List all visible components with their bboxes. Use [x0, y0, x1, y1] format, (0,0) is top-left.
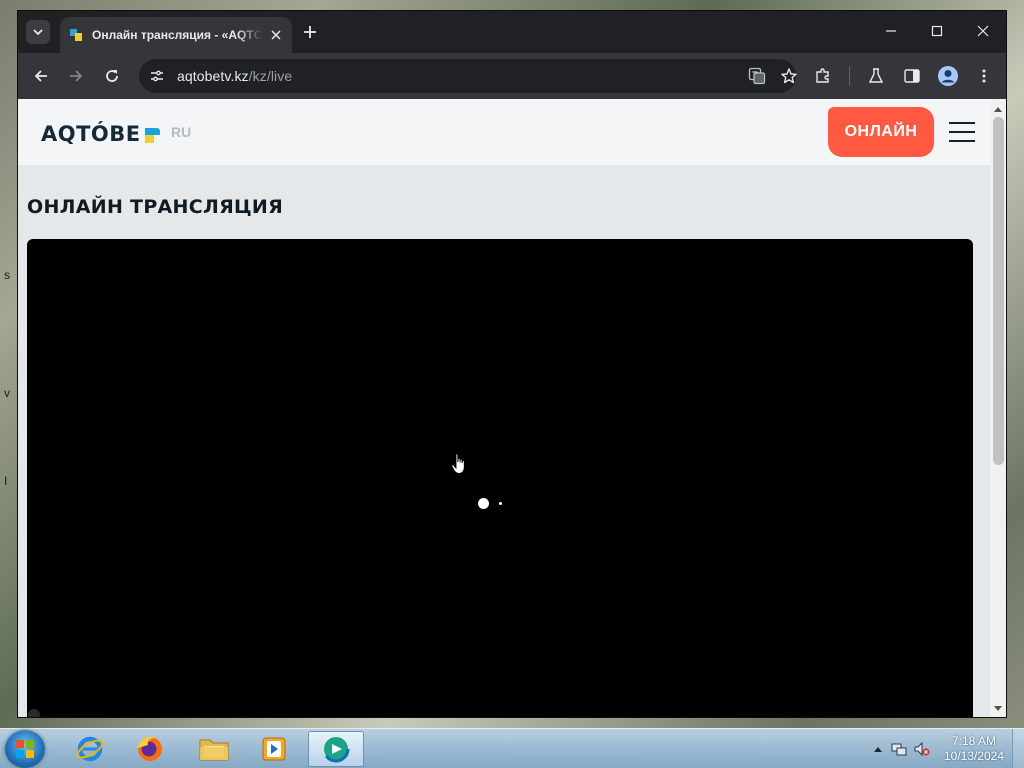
- show-hidden-icons-icon[interactable]: [870, 741, 886, 757]
- taskbar: 7:18 AM 10/13/2024: [0, 728, 1024, 768]
- taskbar-app-firefox[interactable]: [122, 731, 178, 767]
- minimize-icon: [886, 30, 896, 32]
- start-button[interactable]: [5, 730, 45, 768]
- maximize-icon: [931, 25, 943, 37]
- side-panel-button[interactable]: [900, 64, 924, 88]
- url-path: /kz/live: [248, 68, 293, 84]
- hand-cursor-icon: [451, 453, 465, 474]
- labs-button[interactable]: [864, 64, 888, 88]
- show-desktop-button[interactable]: [1012, 729, 1024, 768]
- address-bar[interactable]: aqtobetv.kz/kz/live: [139, 59, 797, 93]
- video-player[interactable]: [27, 239, 973, 717]
- windows-logo-icon: [16, 740, 34, 758]
- side-panel-icon: [904, 69, 920, 83]
- toolbar-separator: [849, 66, 850, 86]
- site-logo[interactable]: AQTÓBE: [41, 122, 160, 146]
- edge-icon: [322, 735, 350, 763]
- logo-mark-icon: [144, 127, 160, 143]
- scrollbar-thumb[interactable]: [993, 117, 1004, 465]
- tab-title: Онлайн трансляция - «AQTÓBE»: [92, 28, 262, 42]
- maximize-button[interactable]: [923, 19, 951, 43]
- tab-strip: Онлайн трансляция - «AQTÓBE»: [18, 11, 1006, 53]
- taskbar-app-explorer[interactable]: [186, 731, 242, 767]
- reload-button[interactable]: [100, 64, 124, 88]
- tab-search-button[interactable]: [26, 20, 50, 44]
- browser-menu-button[interactable]: [972, 64, 996, 88]
- logo-text: AQTÓBE: [41, 122, 141, 146]
- desktop-label-fragment: s: [4, 268, 10, 282]
- ie-icon: [76, 736, 104, 762]
- chevron-down-icon: [33, 29, 43, 36]
- new-tab-button[interactable]: [300, 22, 320, 42]
- desktop-label-fragment: I: [4, 474, 8, 488]
- forward-button[interactable]: [64, 64, 88, 88]
- page-viewport: AQTÓBE RU ОНЛАЙН ОНЛАЙН ТРАНСЛЯЦИЯ: [18, 99, 1006, 717]
- taskbar-app-ie[interactable]: [62, 731, 118, 767]
- browser-toolbar: aqtobetv.kz/kz/live: [18, 53, 1006, 99]
- network-icon[interactable]: [891, 741, 907, 757]
- arrow-right-icon: [70, 70, 83, 82]
- firefox-icon: [138, 737, 162, 761]
- browser-tab[interactable]: Онлайн трансляция - «AQTÓBE»: [60, 17, 292, 53]
- bookmark-star-icon[interactable]: [777, 64, 801, 88]
- scroll-up-arrow-icon[interactable]: [990, 101, 1006, 117]
- reload-icon: [106, 70, 118, 82]
- system-clock[interactable]: 7:18 AM 10/13/2024: [940, 734, 1008, 764]
- browser-window: Онлайн трансляция - «AQTÓBE»: [17, 10, 1007, 718]
- close-icon: [977, 25, 989, 37]
- extensions-button[interactable]: [811, 64, 835, 88]
- taskbar-app-edge[interactable]: [308, 731, 364, 767]
- translate-icon[interactable]: [745, 64, 769, 88]
- url-text: aqtobetv.kz/kz/live: [177, 68, 292, 84]
- more-vertical-icon: [982, 69, 986, 83]
- clock-date: 10/13/2024: [943, 749, 1005, 763]
- plus-icon: [304, 26, 316, 38]
- volume-muted-icon[interactable]: [914, 741, 930, 757]
- loading-spinner-dot: [499, 502, 502, 505]
- back-button[interactable]: [29, 64, 53, 88]
- hamburger-menu-icon[interactable]: [949, 122, 975, 142]
- minimize-button[interactable]: [877, 19, 905, 43]
- close-window-button[interactable]: [969, 19, 997, 43]
- puzzle-icon: [816, 68, 829, 83]
- language-switch-link[interactable]: RU: [171, 124, 191, 140]
- site-favicon-icon: [70, 29, 82, 41]
- arrow-left-icon: [34, 70, 47, 82]
- clock-time: 7:18 AM: [951, 734, 997, 748]
- profile-avatar-icon: [938, 66, 958, 86]
- site-header: AQTÓBE RU ОНЛАЙН: [18, 99, 990, 165]
- desktop-label-fragment: v: [4, 386, 10, 400]
- scroll-down-arrow-icon[interactable]: [990, 701, 1006, 717]
- taskbar-app-media-player[interactable]: [246, 731, 302, 767]
- player-corner-control: [28, 709, 40, 717]
- page-title: ОНЛАЙН ТРАНСЛЯЦИЯ: [27, 196, 284, 218]
- url-host: aqtobetv.kz: [177, 68, 249, 84]
- page-scrollbar[interactable]: [990, 99, 1006, 717]
- profile-button[interactable]: [936, 64, 960, 88]
- online-button[interactable]: ОНЛАЙН: [828, 107, 934, 157]
- loading-spinner-dot: [478, 498, 489, 509]
- close-tab-icon[interactable]: [268, 27, 284, 43]
- site-info-icon[interactable]: [145, 64, 169, 88]
- media-player-icon: [262, 737, 286, 761]
- folder-icon: [199, 739, 229, 761]
- flask-icon: [868, 68, 884, 83]
